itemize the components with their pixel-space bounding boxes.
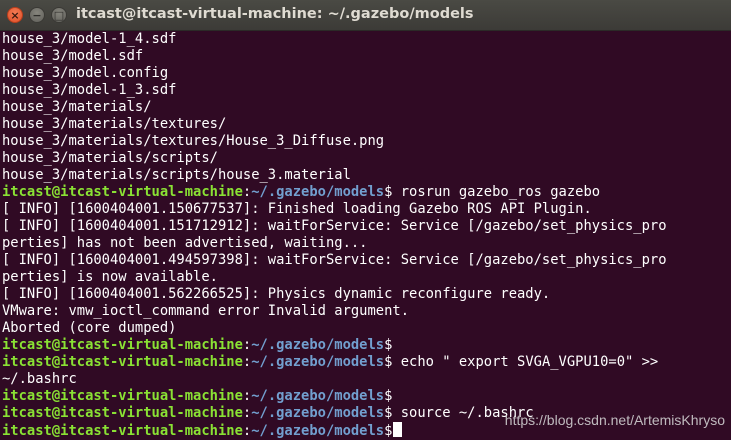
- prompt-user: itcast@itcast-virtual-machine: [2, 184, 243, 200]
- prompt-symbol: $: [384, 423, 393, 439]
- prompt-colon: :: [242, 388, 252, 404]
- title-bar[interactable]: × − □ itcast@itcast-virtual-machine: ~/.…: [0, 0, 731, 31]
- prompt-path: ~/.gazebo/models: [251, 423, 385, 439]
- prompt-user: itcast@itcast-virtual-machine: [2, 354, 243, 370]
- output-line: [ INFO] [1600404001.150677537]: Finished…: [2, 201, 592, 217]
- output-line: house_3/materials/textures/: [2, 116, 227, 132]
- output-line: [ INFO] [1600404001.151712912]: waitForS…: [2, 218, 667, 234]
- text-cursor[interactable]: [393, 422, 403, 437]
- output-line: house_3/materials/scripts/house_3.materi…: [2, 167, 351, 183]
- prompt-colon: :: [242, 184, 252, 200]
- prompt-colon: :: [242, 423, 252, 439]
- prompt-path: ~/.gazebo/models: [251, 354, 385, 370]
- output-line: house_3/model-1_4.sdf: [2, 31, 177, 47]
- terminal-output[interactable]: house_3/model-1_4.sdf house_3/model.sdf ho…: [0, 31, 731, 440]
- output-line: house_3/materials/textures/House_3_Diffu…: [2, 133, 385, 149]
- prompt-line: itcast@itcast-virtual-machine:~/.gazebo/…: [2, 354, 731, 371]
- prompt-path: ~/.gazebo/models: [251, 184, 385, 200]
- prompt-path: ~/.gazebo/models: [251, 405, 385, 421]
- terminal-window: × − □ itcast@itcast-virtual-machine: ~/.…: [0, 0, 731, 440]
- prompt-user: itcast@itcast-virtual-machine: [2, 388, 243, 404]
- maximize-button[interactable]: □: [51, 7, 67, 23]
- command-text: rosrun gazebo_ros gazebo: [392, 184, 601, 200]
- command-text: echo " export SVGA_VGPU10=0" >>: [392, 354, 659, 370]
- watermark: https://blog.csdn.net/ArtemisKhryso: [504, 412, 725, 428]
- output-line: VMware: vmw_ioctl_command error Invalid …: [2, 303, 410, 319]
- output-line: house_3/model-1_3.sdf: [2, 82, 177, 98]
- output-line: Aborted (core dumped): [2, 320, 177, 336]
- prompt-colon: :: [242, 405, 252, 421]
- output-line: [ INFO] [1600404001.494597398]: waitForS…: [2, 252, 667, 268]
- prompt-user: itcast@itcast-virtual-machine: [2, 405, 243, 421]
- prompt-user: itcast@itcast-virtual-machine: [2, 337, 243, 353]
- prompt-line: itcast@itcast-virtual-machine:~/.gazebo/…: [2, 388, 731, 405]
- prompt-colon: :: [242, 337, 252, 353]
- output-line: [ INFO] [1600404001.562266525]: Physics …: [2, 286, 551, 302]
- minimize-button[interactable]: −: [29, 7, 45, 23]
- maximize-icon: □: [53, 8, 65, 22]
- output-line: house_3/model.config: [2, 65, 169, 81]
- prompt-path: ~/.gazebo/models: [251, 388, 385, 404]
- minimize-icon: −: [32, 8, 42, 22]
- prompt-symbol: $: [384, 337, 393, 353]
- prompt-symbol: $: [384, 388, 393, 404]
- prompt-user: itcast@itcast-virtual-machine: [2, 423, 243, 439]
- output-line: perties] has not been advertised, waitin…: [2, 235, 368, 251]
- output-line: perties] is now available.: [2, 269, 218, 285]
- output-line: ~/.bashrc: [2, 371, 77, 387]
- prompt-line: itcast@itcast-virtual-machine:~/.gazebo/…: [2, 184, 731, 201]
- close-icon: ×: [10, 8, 20, 22]
- window-title: itcast@itcast-virtual-machine: ~/.gazebo…: [76, 6, 474, 22]
- output-line: house_3/model.sdf: [2, 48, 144, 64]
- prompt-colon: :: [242, 354, 252, 370]
- prompt-line: itcast@itcast-virtual-machine:~/.gazebo/…: [2, 337, 731, 354]
- output-line: house_3/materials/: [2, 99, 152, 115]
- close-button[interactable]: ×: [7, 7, 23, 23]
- output-line: house_3/materials/scripts/: [2, 150, 218, 166]
- prompt-path: ~/.gazebo/models: [251, 337, 385, 353]
